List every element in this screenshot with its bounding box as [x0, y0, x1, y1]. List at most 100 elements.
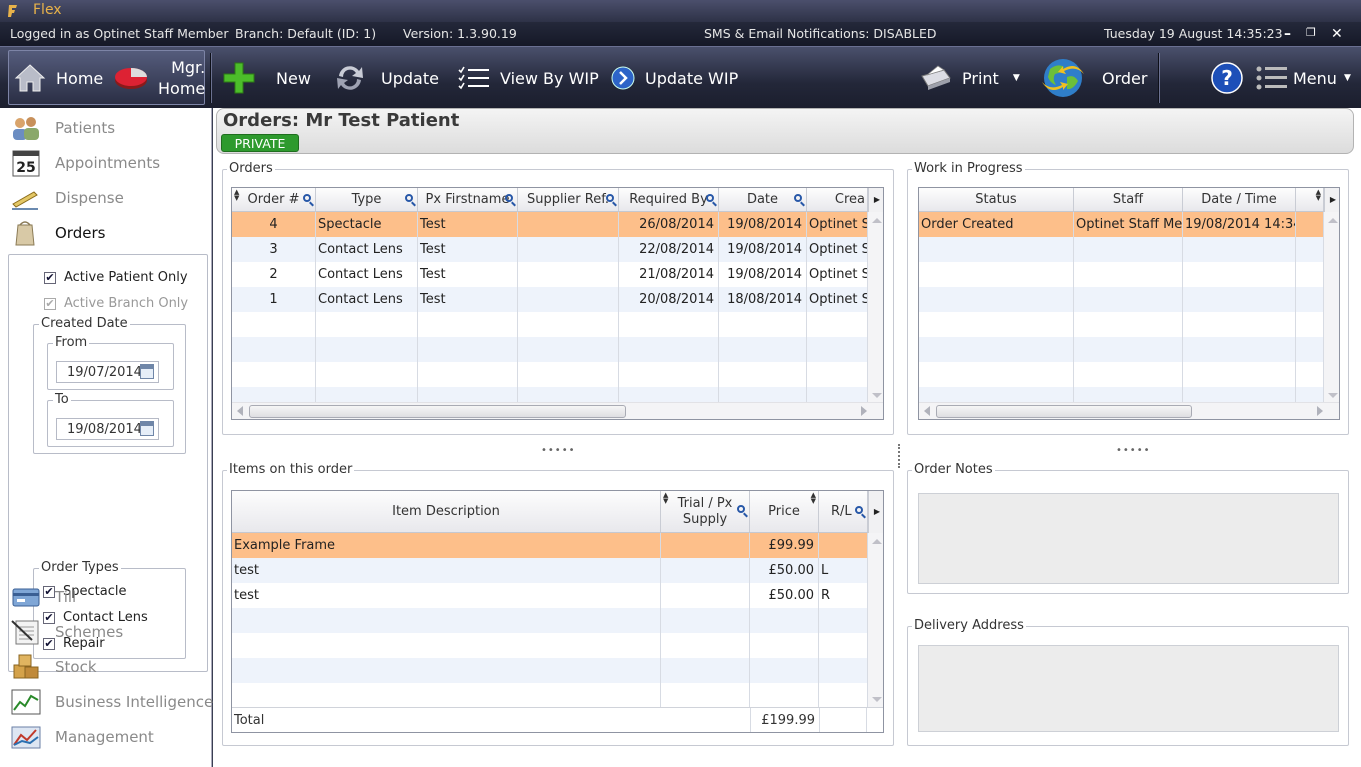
- scroll-columns-right-icon[interactable]: ▶: [1324, 188, 1339, 212]
- col-order-number[interactable]: ▲ ▼ Order #: [232, 188, 316, 211]
- table-cell: 3: [232, 237, 316, 262]
- column-search-icon[interactable]: [794, 194, 802, 202]
- update-button[interactable]: Update: [333, 47, 439, 109]
- home-button[interactable]: Home: [14, 47, 103, 109]
- active-patient-only-checkbox[interactable]: ✔ Active Patient Only: [44, 270, 188, 285]
- col-supplier-ref[interactable]: Supplier Ref.: [518, 188, 619, 211]
- view-by-wip-button[interactable]: View By WIP: [458, 47, 599, 109]
- wip-horizontal-scrollbar[interactable]: [919, 402, 1339, 419]
- col-type[interactable]: Type: [316, 188, 418, 211]
- col-price[interactable]: Price ▲ ▼: [750, 491, 819, 532]
- table-row[interactable]: 2 Contact Lens Test 21/08/2014 19/08/2014 Opt…: [232, 262, 868, 287]
- col-rl[interactable]: R/L: [819, 491, 868, 532]
- close-button[interactable]: ✕: [1331, 26, 1343, 42]
- print-button[interactable]: Print ▼: [918, 47, 1020, 109]
- table-row[interactable]: 4 Spectacle Test 26/08/2014 19/08/2014 Optine…: [232, 212, 868, 237]
- sidebar-item-appointments[interactable]: 25 Appointments: [10, 147, 160, 179]
- table-cell: [661, 608, 750, 633]
- sidebar-item-till[interactable]: Till: [10, 581, 76, 613]
- calendar-icon: 25: [12, 150, 40, 177]
- table-row[interactable]: 3 Contact Lens Test 22/08/2014 19/08/2014 Opt…: [232, 237, 868, 262]
- table-row[interactable]: Order CreatedOptinet Staff Mem19/08/2014…: [919, 212, 1324, 237]
- col-created[interactable]: Crea: [807, 188, 868, 211]
- table-cell: [1296, 337, 1324, 362]
- new-button[interactable]: New: [222, 47, 311, 109]
- items-grid: Item Description Trial / Px Supply ▲ ▼ Pric…: [231, 490, 884, 733]
- table-row[interactable]: test £50.00 R: [232, 583, 868, 608]
- from-date-input[interactable]: 19/07/2014: [56, 361, 159, 383]
- col-px-firstname[interactable]: Px Firstname: [418, 188, 518, 211]
- col-item-description[interactable]: Item Description: [232, 491, 661, 532]
- empty-table-row: [232, 608, 868, 633]
- table-cell: test: [232, 558, 661, 583]
- order-notes-panel: Order Notes: [907, 462, 1349, 594]
- empty-table-row: [919, 337, 1324, 362]
- menu-button[interactable]: Menu ▼: [1256, 47, 1351, 109]
- wip-vertical-scrollbar[interactable]: [1324, 212, 1339, 404]
- scroll-columns-right-icon[interactable]: ▶: [868, 491, 883, 533]
- orders-horizontal-scrollbar[interactable]: [232, 402, 883, 419]
- table-cell: [919, 287, 1074, 312]
- col-date-time[interactable]: Date / Time: [1183, 188, 1296, 211]
- sidebar-item-schemes[interactable]: Schemes: [10, 616, 123, 648]
- column-search-icon[interactable]: [855, 506, 863, 514]
- print-dropdown-arrow-icon[interactable]: ▼: [1013, 73, 1020, 83]
- table-cell: Test: [418, 262, 518, 287]
- col-required-by[interactable]: Required By: [619, 188, 719, 211]
- to-date-input[interactable]: 19/08/2014: [56, 418, 159, 440]
- empty-table-row: [919, 237, 1324, 262]
- horizontal-splitter-handle[interactable]: •••••: [541, 445, 576, 456]
- till-icon: [12, 588, 40, 607]
- order-button[interactable]: Order: [1040, 47, 1147, 109]
- table-cell: [661, 558, 750, 583]
- table-cell: [1183, 337, 1296, 362]
- table-cell: [750, 658, 819, 683]
- table-row[interactable]: Example Frame £99.99: [232, 533, 868, 558]
- empty-table-row: [919, 262, 1324, 287]
- horizontal-splitter-handle[interactable]: •••••: [1116, 445, 1151, 456]
- order-notes-textarea[interactable]: [918, 493, 1339, 584]
- main-toolbar: Home Mgr. Home New Update View By WIP Upd…: [0, 46, 1361, 108]
- sidebar-item-dispense[interactable]: Dispense: [10, 182, 124, 214]
- table-cell: [518, 237, 619, 262]
- column-search-icon[interactable]: [303, 194, 311, 202]
- column-search-icon[interactable]: [405, 194, 413, 202]
- sidebar-item-management[interactable]: Management: [10, 721, 154, 753]
- app-title: Flex: [33, 2, 62, 18]
- update-wip-button[interactable]: Update WIP: [611, 47, 738, 109]
- column-search-icon[interactable]: [706, 194, 714, 202]
- sidebar-item-patients[interactable]: Patients: [10, 112, 115, 144]
- table-cell: [316, 337, 418, 362]
- column-search-icon[interactable]: [606, 194, 614, 202]
- col-staff[interactable]: Staff: [1074, 188, 1183, 211]
- orders-vertical-scrollbar[interactable]: [868, 212, 883, 404]
- calendar-picker-icon[interactable]: [140, 421, 154, 436]
- sidebar-item-business-intelligence[interactable]: Business Intelligence: [10, 686, 213, 718]
- total-label: Total: [234, 713, 265, 728]
- calendar-picker-icon[interactable]: [140, 364, 154, 379]
- column-search-icon[interactable]: [737, 505, 745, 513]
- mgr-home-button[interactable]: Mgr. Home: [114, 47, 205, 109]
- sidebar-item-orders[interactable]: Orders: [10, 217, 105, 249]
- sidebar: Patients 25 Appointments Dispense Orders…: [0, 108, 213, 767]
- sidebar-item-stock[interactable]: Stock: [10, 651, 97, 683]
- minimize-button[interactable]: –: [1284, 26, 1291, 42]
- col-date[interactable]: Date: [719, 188, 807, 211]
- restore-button[interactable]: ❐: [1306, 26, 1316, 39]
- table-row[interactable]: test £50.00 L: [232, 558, 868, 583]
- items-vertical-scrollbar[interactable]: [868, 533, 883, 708]
- table-cell: [1296, 287, 1324, 312]
- table-cell: [232, 312, 316, 337]
- table-cell: Contact Lens: [316, 287, 418, 312]
- vertical-splitter-handle[interactable]: [898, 444, 902, 468]
- column-search-icon[interactable]: [505, 194, 513, 202]
- scroll-columns-right-icon[interactable]: ▶: [868, 188, 883, 212]
- help-button[interactable]: ?: [1211, 47, 1243, 109]
- delivery-address-textarea[interactable]: [918, 645, 1339, 732]
- table-row[interactable]: 1 Contact Lens Test 20/08/2014 18/08/2014 Opt…: [232, 287, 868, 312]
- empty-table-row: [919, 287, 1324, 312]
- col-extra[interactable]: ▲ ▼: [1296, 188, 1324, 211]
- col-status[interactable]: Status: [919, 188, 1074, 211]
- col-trial-px-supply[interactable]: Trial / Px Supply ▲ ▼: [661, 491, 750, 532]
- plus-icon: [223, 62, 255, 94]
